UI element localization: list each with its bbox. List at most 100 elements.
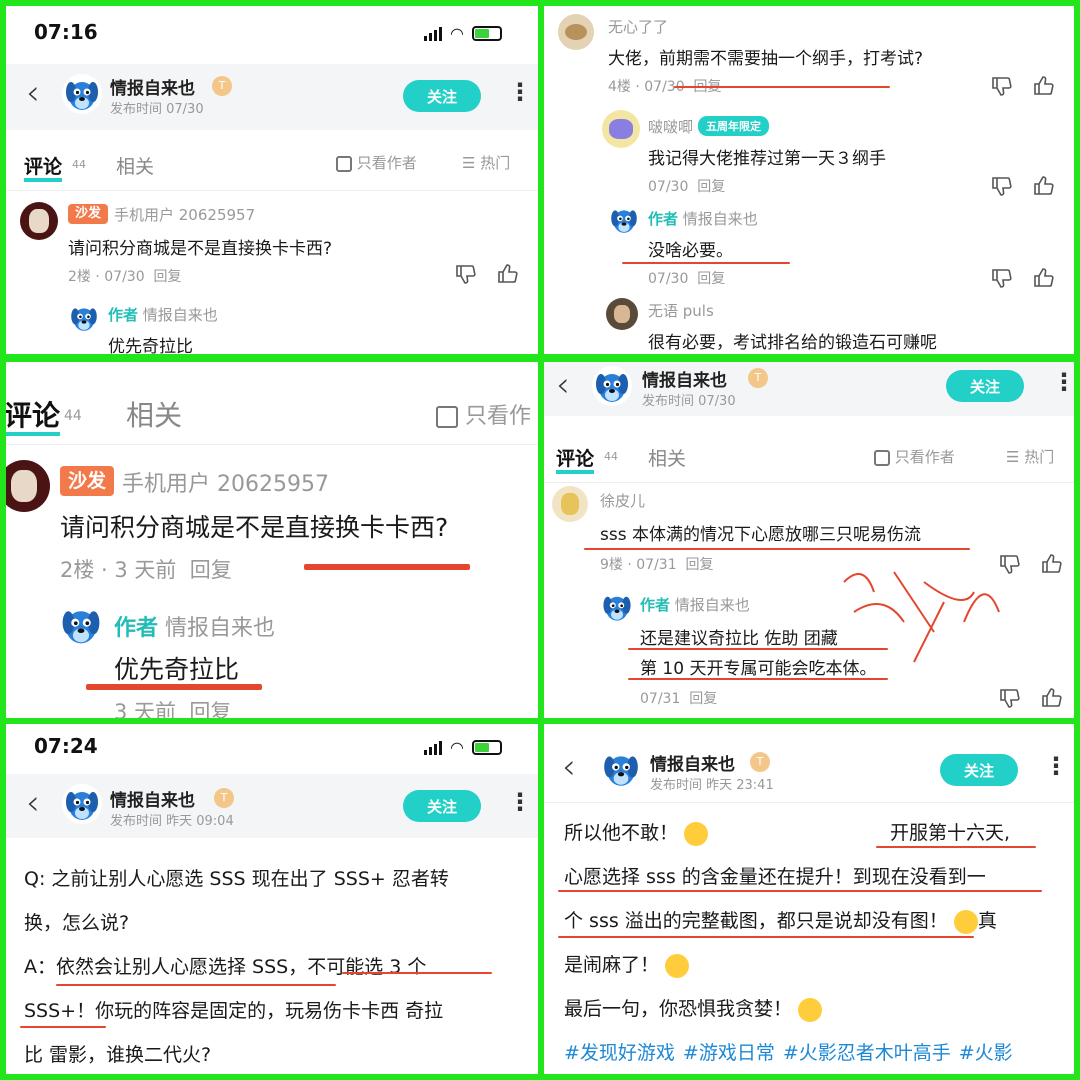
commenter-avatar[interactable] (602, 110, 640, 148)
author-reply-avatar[interactable] (608, 204, 640, 236)
author-name[interactable]: 情报自来也 (642, 366, 727, 391)
like-icon[interactable] (1040, 686, 1064, 710)
like-icon[interactable] (1032, 174, 1056, 198)
more-icon[interactable]: ⋮ (508, 80, 532, 104)
commenter-name[interactable]: 无语 puls (648, 300, 714, 321)
comment-text: 很有必要，考试排名给的锻造石可赚呢 (648, 333, 937, 353)
grin-emoji-icon (684, 821, 709, 846)
comment-count: 44 (604, 450, 618, 463)
hashtag[interactable]: #游戏日常 (683, 1038, 775, 1065)
tab-comments[interactable]: 评论 (24, 152, 63, 182)
author-avatar[interactable] (62, 784, 102, 824)
commenter-name[interactable]: 手机用户 20625957 (122, 466, 329, 498)
wifi-icon: ◠ (450, 24, 464, 43)
anniversary-badge: 五周年限定 (698, 116, 769, 136)
author-reply-avatar[interactable] (58, 602, 104, 648)
reply-text: 优先奇拉比 (114, 655, 240, 684)
reply-button[interactable]: 回复 (190, 558, 232, 582)
follow-button[interactable]: 关注 (946, 370, 1024, 402)
like-icon[interactable] (496, 262, 520, 286)
dislike-icon[interactable] (998, 686, 1022, 710)
dislike-icon[interactable] (990, 174, 1014, 198)
answer-line2: SSS+！你玩的阵容是固定的，玩易伤卡卡西 奇拉 (24, 1000, 444, 1022)
hashtag[interactable]: #火影 (959, 1038, 1013, 1065)
commenter-name[interactable]: 手机用户 20625957 (114, 204, 255, 225)
reply-button[interactable]: 回复 (689, 691, 717, 707)
like-icon[interactable] (1040, 552, 1064, 576)
commenter-name[interactable]: 啵啵唧 (648, 116, 693, 137)
author-name[interactable]: 情报自来也 (110, 786, 195, 811)
tab-related[interactable]: 相关 (648, 444, 686, 471)
tab-related[interactable]: 相关 (116, 152, 154, 179)
back-button[interactable]: ‹ (562, 750, 576, 784)
status-time: 07:16 (34, 20, 98, 44)
comment-meta: 2楼 · 3 天前 回复 (60, 558, 232, 582)
like-icon[interactable] (1032, 74, 1056, 98)
commenter-avatar[interactable] (552, 486, 588, 522)
back-button[interactable]: ‹ (26, 786, 40, 820)
commenter-avatar[interactable] (20, 202, 58, 240)
only-author-toggle[interactable]: 只看作者 (874, 446, 955, 467)
back-button[interactable]: ‹ (26, 76, 40, 110)
tab-comments[interactable]: 评论 (556, 444, 595, 474)
comment-meta: 07/30 回复 (648, 179, 726, 195)
panel-bottom-left: 07:24 ◠ ‹ 情报自来也 T 发布时间 昨天 09:04 关注 ⋮ Q: … (6, 724, 538, 1074)
tab-comments[interactable]: 评论 (6, 394, 61, 436)
author-reply-avatar[interactable] (600, 590, 634, 624)
more-icon[interactable]: ⋮ (1052, 370, 1074, 394)
dislike-icon[interactable] (454, 262, 478, 286)
panel-bottom-right: ‹ 情报自来也 T 发布时间 昨天 23:41 关注 ⋮ 所以他不敢！ 开服第十… (544, 724, 1074, 1074)
tier-badge-icon: T (750, 752, 770, 772)
huff-emoji-icon (665, 953, 690, 978)
hashtag[interactable]: #发现好游戏 (564, 1038, 675, 1065)
comment-text: 大佬，前期需不需要抽一个纲手，打考试? (608, 49, 924, 69)
reply-button[interactable]: 回复 (697, 271, 725, 287)
dislike-icon[interactable] (990, 266, 1014, 290)
reply-button[interactable]: 回复 (154, 269, 182, 285)
signal-icon (424, 740, 442, 755)
status-time: 07:24 (34, 734, 98, 758)
tab-related[interactable]: 相关 (126, 394, 182, 434)
reply-button[interactable]: 回复 (189, 700, 231, 718)
dislike-icon[interactable] (990, 74, 1014, 98)
back-button[interactable]: ‹ (556, 368, 570, 402)
author-name[interactable]: 情报自来也 (650, 750, 735, 775)
question-line2: 换，怎么说? (24, 912, 130, 934)
commenter-avatar[interactable] (6, 460, 50, 512)
sort-icon: ☰ (462, 154, 476, 172)
panel-middle-left-zoomed: 评论 44 相关 只看作 沙发 手机用户 20625957 请问积分商城是不是直… (6, 362, 538, 718)
sort-hot[interactable]: ☰ 热门 (462, 152, 510, 173)
hashtag[interactable]: #火影忍者木叶高手 (783, 1038, 951, 1065)
more-icon[interactable]: ⋮ (508, 790, 532, 814)
more-icon[interactable]: ⋮ (1044, 754, 1068, 778)
comment-meta: 3 天前 回复 (114, 696, 231, 718)
annotation-underline (628, 678, 888, 680)
commenter-avatar[interactable] (558, 14, 594, 50)
like-icon[interactable] (1032, 266, 1056, 290)
post-line5: 最后一句，你恐惧我贪婪！ (564, 994, 823, 1022)
commenter-name[interactable]: 徐皮儿 (600, 490, 645, 511)
publish-time: 发布时间 昨天 23:41 (650, 778, 774, 793)
author-avatar[interactable] (592, 366, 632, 406)
reply-button[interactable]: 回复 (697, 179, 725, 195)
comment-meta: 2楼 · 07/30 回复 (68, 269, 182, 285)
author-avatar[interactable] (600, 748, 642, 790)
post-line2: 心愿选择 sss 的含金量还在提升！到现在没看到一 (564, 866, 986, 888)
author-reply-avatar[interactable] (68, 302, 100, 334)
annotation-underline (584, 548, 970, 550)
question-line1: Q: 之前让别人心愿选 SSS 现在出了 SSS+ 忍者转 (24, 868, 449, 890)
reply-button[interactable]: 回复 (686, 557, 714, 573)
follow-button[interactable]: 关注 (403, 80, 481, 112)
sort-hot[interactable]: ☰ 热门 (1006, 446, 1054, 467)
only-author-toggle[interactable]: 只看作者 (336, 152, 417, 173)
annotation-underline (674, 86, 890, 88)
follow-button[interactable]: 关注 (940, 754, 1018, 786)
answer-line1: A：依然会让别人心愿选择 SSS，不可能选 3 个 (24, 956, 427, 978)
author-avatar[interactable] (62, 74, 102, 114)
only-author-toggle[interactable]: 只看作 (436, 398, 531, 430)
follow-button[interactable]: 关注 (403, 790, 481, 822)
author-name[interactable]: 情报自来也 (110, 74, 195, 99)
commenter-name[interactable]: 无心了了 (608, 16, 668, 37)
commenter-avatar[interactable] (606, 298, 638, 330)
annotation-underline (558, 936, 974, 938)
